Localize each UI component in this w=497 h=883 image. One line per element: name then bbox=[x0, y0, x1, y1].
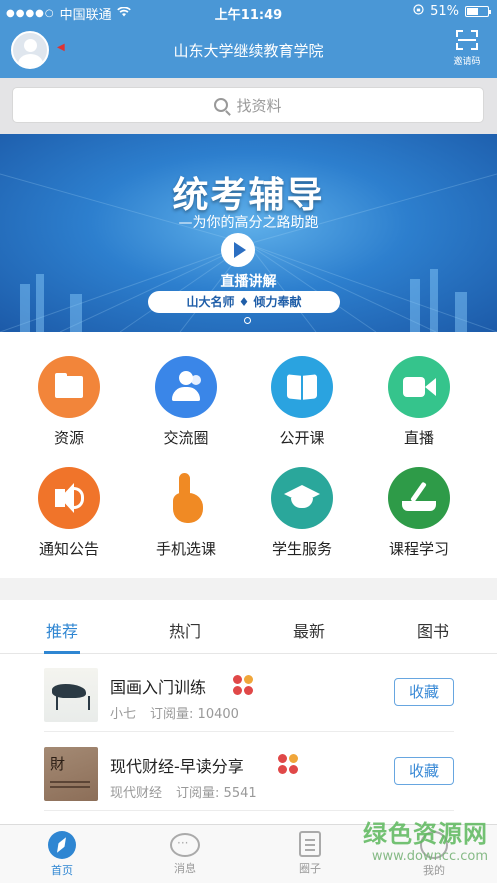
grid-label: 课程学习 bbox=[388, 540, 449, 558]
page-title: 山东大学继续教育学院 bbox=[173, 42, 324, 60]
item-meta: 小七 订阅量: 10400 bbox=[110, 703, 239, 722]
feature-grid: 资源 交流圈 公开课 直播 通知公告 手机选课 学生服务 课程学习 bbox=[0, 332, 497, 578]
list-item[interactable]: 现代财经-早读分享 现代财经订阅量: 5541 收藏 bbox=[44, 733, 454, 811]
item-subs-count: 5541 bbox=[223, 786, 257, 801]
flower-badge-icon bbox=[233, 675, 253, 695]
search-input[interactable]: 找资料 bbox=[12, 87, 484, 123]
banner-subtitle: —为你的高分之路助跑 bbox=[178, 215, 319, 231]
play-icon[interactable] bbox=[221, 233, 255, 267]
grid-label: 学生服务 bbox=[271, 540, 332, 558]
favorite-button[interactable]: 收藏 bbox=[394, 757, 454, 785]
folder-icon bbox=[38, 356, 100, 418]
hand-tap-icon bbox=[155, 467, 217, 529]
grid-item-course-selection[interactable]: 手机选课 bbox=[131, 467, 241, 577]
video-icon bbox=[388, 356, 450, 418]
item-author: 现代财经 bbox=[110, 786, 163, 801]
battery-percent: 51% bbox=[430, 4, 459, 19]
grid-label: 公开课 bbox=[279, 429, 325, 447]
users-icon bbox=[155, 356, 217, 418]
grid-item-open-course[interactable]: 公开课 bbox=[247, 356, 357, 466]
grid-label: 交流圈 bbox=[163, 429, 209, 447]
search-icon bbox=[214, 98, 229, 112]
grid-item-resources[interactable]: 资源 bbox=[14, 356, 124, 466]
grid-label: 手机选课 bbox=[155, 540, 216, 558]
battery-icon bbox=[465, 6, 491, 17]
favorite-button[interactable]: 收藏 bbox=[394, 678, 454, 706]
subscription-list: 国画入门训练 小七订阅量: 10400 收藏 现代财经-早读分享 现代财经订阅量… bbox=[0, 654, 497, 824]
list-item[interactable]: 国画入门训练 小七 订阅量: 10400 收藏 bbox=[44, 654, 454, 732]
tab-bar-label: 消息 bbox=[174, 862, 196, 875]
search-placeholder: 找资料 bbox=[236, 96, 282, 115]
grid-label: 直播 bbox=[403, 429, 434, 447]
grid-item-live[interactable]: 直播 bbox=[364, 356, 474, 466]
grid-item-course-study[interactable]: 课程学习 bbox=[364, 467, 474, 577]
nav-bar: ◀ 山东大学继续教育学院 邀请码 bbox=[0, 24, 497, 78]
flower-badge-icon bbox=[278, 754, 298, 774]
item-subs-label: 订阅量: bbox=[150, 707, 194, 722]
tab-latest[interactable]: 最新 bbox=[279, 618, 339, 642]
item-subs-count: 10400 bbox=[197, 707, 239, 722]
carousel-indicator[interactable] bbox=[244, 317, 251, 324]
grid-label: 资源 bbox=[53, 429, 84, 447]
orientation-lock-icon bbox=[413, 4, 424, 19]
scan-invite-button[interactable]: 邀请码 bbox=[447, 30, 487, 74]
book-icon bbox=[271, 356, 333, 418]
speaker-icon bbox=[38, 467, 100, 529]
banner-pill: 山大名师 ♦ 倾力奉献 bbox=[148, 291, 340, 313]
item-subs-label: 订阅量: bbox=[176, 786, 220, 801]
status-bar: ●●●●○ 中国联通 上午11:49 51% bbox=[0, 0, 497, 24]
compass-icon bbox=[48, 831, 76, 859]
item-meta: 现代财经 订阅量: 5541 bbox=[110, 782, 257, 801]
tab-recommended[interactable]: 推荐 bbox=[32, 618, 92, 642]
tab-bar-label: 我的 bbox=[423, 864, 445, 877]
tab-books[interactable]: 图书 bbox=[403, 618, 463, 642]
grid-item-notices[interactable]: 通知公告 bbox=[14, 467, 124, 577]
watermark-title: 绿色资源网 bbox=[363, 820, 488, 848]
item-title: 现代财经-早读分享 bbox=[110, 757, 244, 776]
tab-bar-home[interactable]: 首页 bbox=[27, 831, 97, 878]
content-tabs: 推荐 热门 最新 图书 bbox=[0, 600, 497, 654]
grid-item-community[interactable]: 交流圈 bbox=[131, 356, 241, 466]
grid-item-student-services[interactable]: 学生服务 bbox=[247, 467, 357, 577]
item-author: 小七 bbox=[110, 707, 137, 722]
study-book-icon bbox=[388, 467, 450, 529]
grid-label: 通知公告 bbox=[38, 540, 99, 558]
graduation-cap-icon bbox=[271, 467, 333, 529]
tab-hot[interactable]: 热门 bbox=[155, 618, 215, 642]
banner-live-label: 直播讲解 bbox=[220, 274, 277, 290]
item-thumbnail bbox=[44, 668, 98, 722]
scan-icon bbox=[456, 30, 478, 50]
tab-bar-label: 首页 bbox=[51, 864, 73, 877]
watermark: 绿色资源网 www.downcc.com bbox=[318, 814, 488, 864]
banner-title: 统考辅导 bbox=[172, 175, 325, 216]
watermark-url: www.downcc.com bbox=[371, 849, 488, 864]
scan-label: 邀请码 bbox=[453, 57, 481, 67]
item-thumbnail bbox=[44, 747, 98, 801]
tab-bar-messages[interactable]: 消息 bbox=[150, 831, 220, 876]
search-bar: 找资料 bbox=[0, 78, 497, 134]
item-title: 国画入门训练 bbox=[110, 678, 207, 697]
promo-banner[interactable]: 统考辅导 —为你的高分之路助跑 直播讲解 山大名师 ♦ 倾力奉献 bbox=[0, 134, 497, 332]
chat-icon bbox=[170, 833, 200, 857]
